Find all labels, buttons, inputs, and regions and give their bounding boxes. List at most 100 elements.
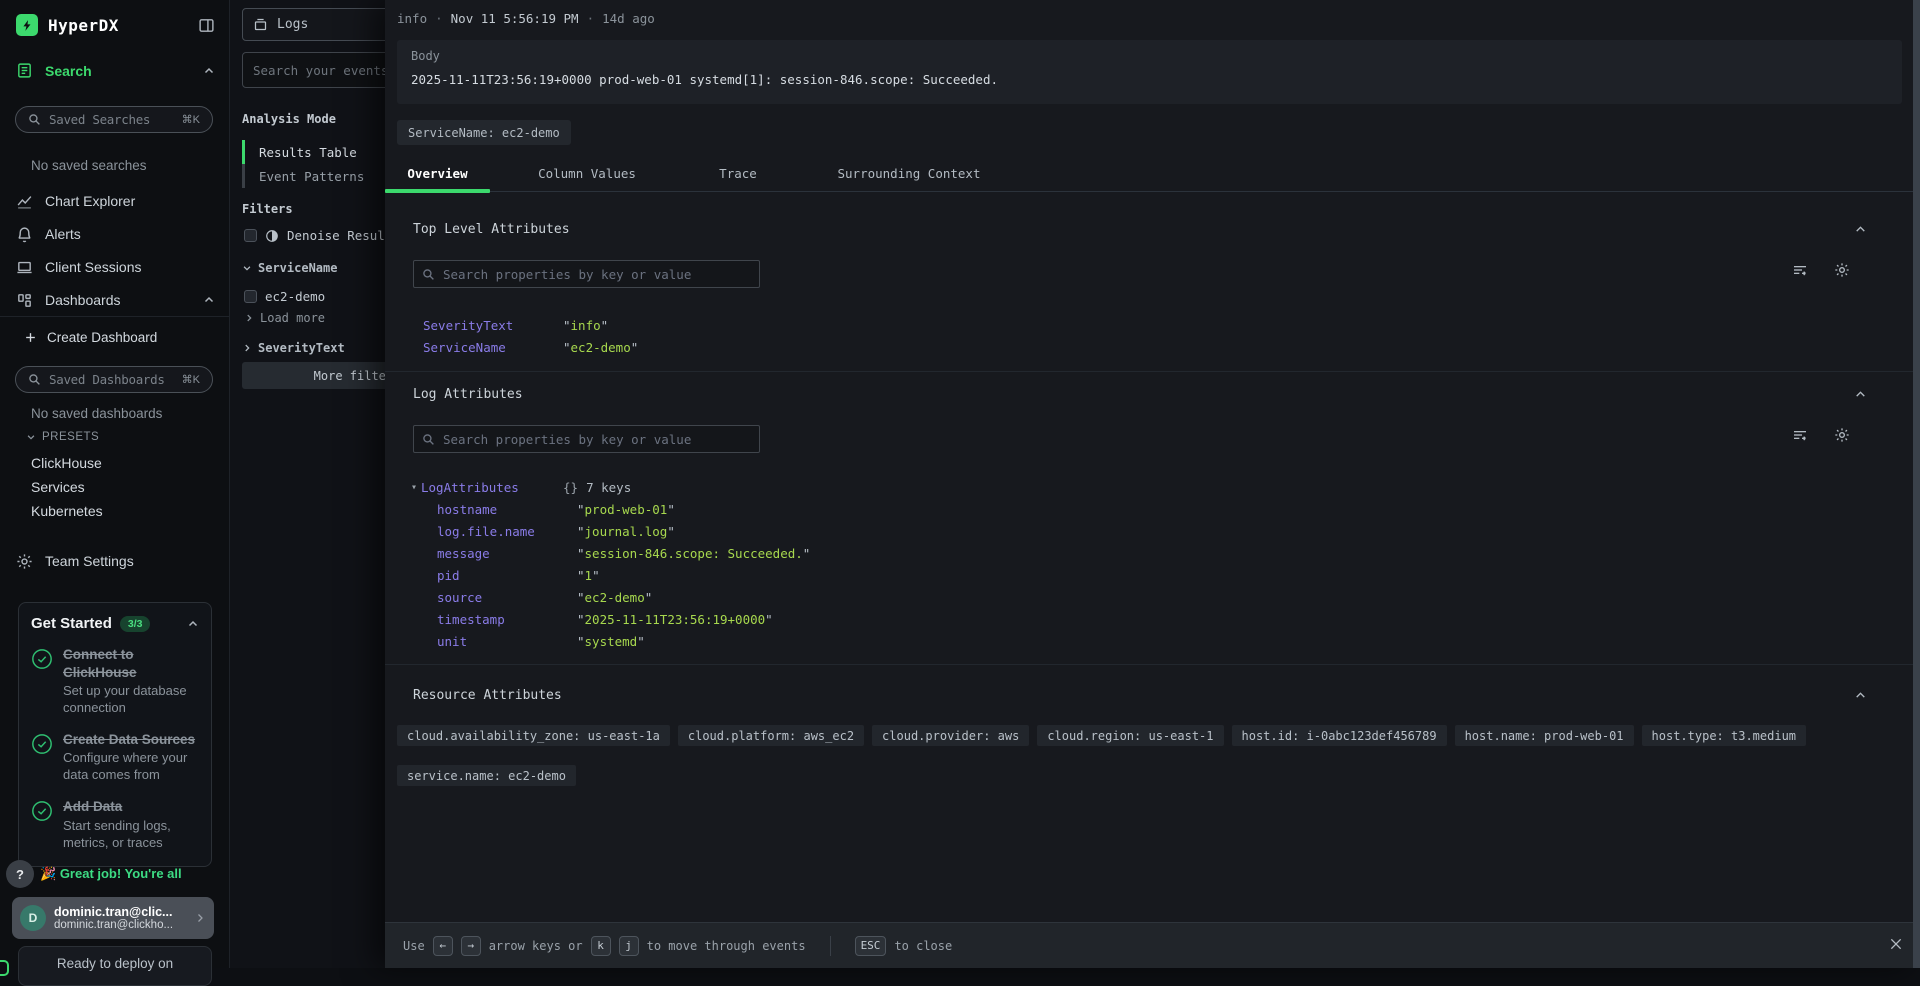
- get-started-step-add-data[interactable]: Add Data Start sending logs, metrics, or…: [31, 798, 199, 851]
- property-search-input[interactable]: [443, 267, 751, 282]
- line-wrap-icon[interactable]: [1792, 427, 1808, 443]
- get-started-progress-badge: 3/3: [120, 616, 151, 632]
- attribute-key[interactable]: unit: [437, 634, 577, 649]
- line-wrap-icon[interactable]: [1792, 262, 1808, 278]
- user-name: dominic.tran@clic...: [54, 905, 186, 919]
- avatar: D: [20, 905, 46, 931]
- attribute-key[interactable]: message: [437, 546, 577, 561]
- detail-tabs: Overview Column Values Trace Surrounding…: [385, 156, 1920, 192]
- event-body-card: Body 2025-11-11T23:56:19+0000 prod-web-0…: [397, 40, 1902, 104]
- collapse-section-icon[interactable]: [1854, 689, 1867, 702]
- saved-searches-input[interactable]: Saved Searches ⌘K: [15, 106, 213, 133]
- search-icon: [422, 268, 435, 281]
- user-menu[interactable]: D dominic.tran@clic... dominic.tran@clic…: [12, 897, 214, 939]
- presets-toggle[interactable]: PRESETS: [26, 431, 99, 443]
- attribute-key[interactable]: log.file.name: [437, 524, 577, 539]
- gear-icon[interactable]: [1834, 262, 1850, 278]
- attribute-row: SeverityText info: [397, 314, 1901, 336]
- sidebar-item-label: Search: [45, 63, 191, 79]
- attribute-value[interactable]: ec2-demo: [563, 340, 638, 355]
- saved-dashboards-input[interactable]: Saved Dashboards ⌘K: [15, 366, 213, 393]
- help-button[interactable]: ?: [6, 860, 34, 888]
- attribute-value[interactable]: prod-web-01: [577, 502, 675, 517]
- denoise-results-row[interactable]: Denoise Results: [244, 228, 400, 243]
- get-started-step-sources[interactable]: Create Data Sources Configure where your…: [31, 731, 199, 784]
- sidebar-item-team-settings[interactable]: Team Settings: [16, 548, 215, 574]
- no-saved-searches-text: No saved searches: [31, 158, 147, 173]
- property-search[interactable]: [413, 425, 760, 453]
- resource-pill[interactable]: cloud.region: us-east-1: [1037, 725, 1223, 746]
- facet-checkbox[interactable]: [244, 290, 257, 303]
- resource-pill[interactable]: host.type: t3.medium: [1642, 725, 1807, 746]
- tab-column-values[interactable]: Column Values: [512, 156, 662, 191]
- collapse-sidebar-icon[interactable]: [198, 17, 215, 34]
- scrollbar[interactable]: [1913, 0, 1920, 968]
- sidebar-item-dashboards[interactable]: Dashboards: [16, 287, 215, 313]
- denoise-checkbox[interactable]: [244, 229, 257, 242]
- attribute-key[interactable]: hostname: [437, 502, 577, 517]
- resource-pill[interactable]: host.id: i-0abc123def456789: [1232, 725, 1447, 746]
- chevron-up-icon[interactable]: [203, 65, 215, 77]
- collapse-section-icon[interactable]: [1854, 223, 1867, 236]
- attribute-key[interactable]: SeverityText: [423, 318, 563, 333]
- chevron-up-icon[interactable]: [187, 618, 199, 630]
- attribute-key[interactable]: source: [437, 590, 577, 605]
- attribute-value[interactable]: 1: [577, 568, 600, 583]
- resource-pill[interactable]: host.name: prod-web-01: [1455, 725, 1634, 746]
- attribute-key[interactable]: pid: [437, 568, 577, 583]
- attribute-key[interactable]: timestamp: [437, 612, 577, 627]
- shortcut-hint: ⌘K: [182, 373, 200, 386]
- attribute-value[interactable]: systemd: [577, 634, 645, 649]
- attribute-key[interactable]: ServiceName: [423, 340, 563, 355]
- facet-servicename-header[interactable]: ServiceName: [242, 261, 337, 275]
- facet-value-label: ec2-demo: [265, 289, 325, 304]
- attribute-value[interactable]: journal.log: [577, 524, 675, 539]
- preset-clickhouse[interactable]: ClickHouse: [31, 455, 102, 471]
- step-desc: Set up your database connection: [63, 683, 199, 717]
- deploy-banner[interactable]: Ready to deploy on: [18, 946, 212, 986]
- section-title: Resource Attributes: [413, 665, 1901, 703]
- collapse-section-icon[interactable]: [1854, 388, 1867, 401]
- resource-pill[interactable]: cloud.availability_zone: us-east-1a: [397, 725, 670, 746]
- body-text: 2025-11-11T23:56:19+0000 prod-web-01 sys…: [411, 72, 1888, 87]
- detail-content: Top Level Attributes SeverityText inf: [385, 193, 1913, 922]
- sidebar-item-chart-explorer[interactable]: Chart Explorer: [16, 188, 215, 214]
- attribute-value[interactable]: 2025-11-11T23:56:19+0000: [577, 612, 773, 627]
- load-more-button[interactable]: Load more: [244, 311, 325, 325]
- create-dashboard-button[interactable]: Create Dashboard: [24, 330, 157, 345]
- facet-value-ec2-demo[interactable]: ec2-demo: [244, 289, 325, 304]
- sidebar-item-search[interactable]: Search: [16, 62, 215, 79]
- sidebar-item-label: Client Sessions: [45, 259, 215, 275]
- property-search[interactable]: [413, 260, 760, 288]
- facet-severitytext-header[interactable]: SeverityText: [242, 341, 345, 355]
- presets-label: PRESETS: [42, 431, 99, 443]
- preset-kubernetes[interactable]: Kubernetes: [31, 503, 103, 519]
- key-esc: ESC: [855, 936, 887, 956]
- search-icon: [28, 373, 41, 386]
- get-started-step-connect[interactable]: Connect to ClickHouse Set up your databa…: [31, 646, 199, 717]
- servicename-tag[interactable]: ServiceName: ec2-demo: [397, 120, 571, 145]
- attribute-row: pid 1: [397, 564, 1901, 586]
- load-more-label: Load more: [260, 311, 325, 325]
- sidebar-item-client-sessions[interactable]: Client Sessions: [16, 254, 215, 280]
- resource-pill[interactable]: service.name: ec2-demo: [397, 765, 576, 786]
- property-search-input[interactable]: [443, 432, 751, 447]
- tab-surrounding-context[interactable]: Surrounding Context: [814, 156, 1004, 191]
- attribute-value[interactable]: info: [563, 318, 608, 333]
- key-arrow-right: →: [461, 936, 481, 956]
- sidebar-item-alerts[interactable]: Alerts: [16, 221, 215, 247]
- tab-trace[interactable]: Trace: [688, 156, 788, 191]
- close-icon[interactable]: [1888, 936, 1904, 952]
- attribute-key[interactable]: LogAttributes: [421, 480, 563, 495]
- chevron-up-icon[interactable]: [203, 294, 215, 306]
- step-desc: Start sending logs, metrics, or traces: [63, 818, 199, 852]
- gear-icon[interactable]: [1834, 427, 1850, 443]
- event-detail-drawer: info · Nov 11 5:56:19 PM · 14d ago Body …: [385, 0, 1920, 968]
- attribute-value[interactable]: session-846.scope: Succeeded.: [577, 546, 810, 561]
- tab-overview[interactable]: Overview: [385, 156, 490, 191]
- attribute-value[interactable]: ec2-demo: [577, 590, 652, 605]
- resource-pill[interactable]: cloud.platform: aws_ec2: [678, 725, 864, 746]
- preset-services[interactable]: Services: [31, 479, 85, 495]
- caret-down-icon[interactable]: ▾: [411, 482, 421, 493]
- resource-pill[interactable]: cloud.provider: aws: [872, 725, 1029, 746]
